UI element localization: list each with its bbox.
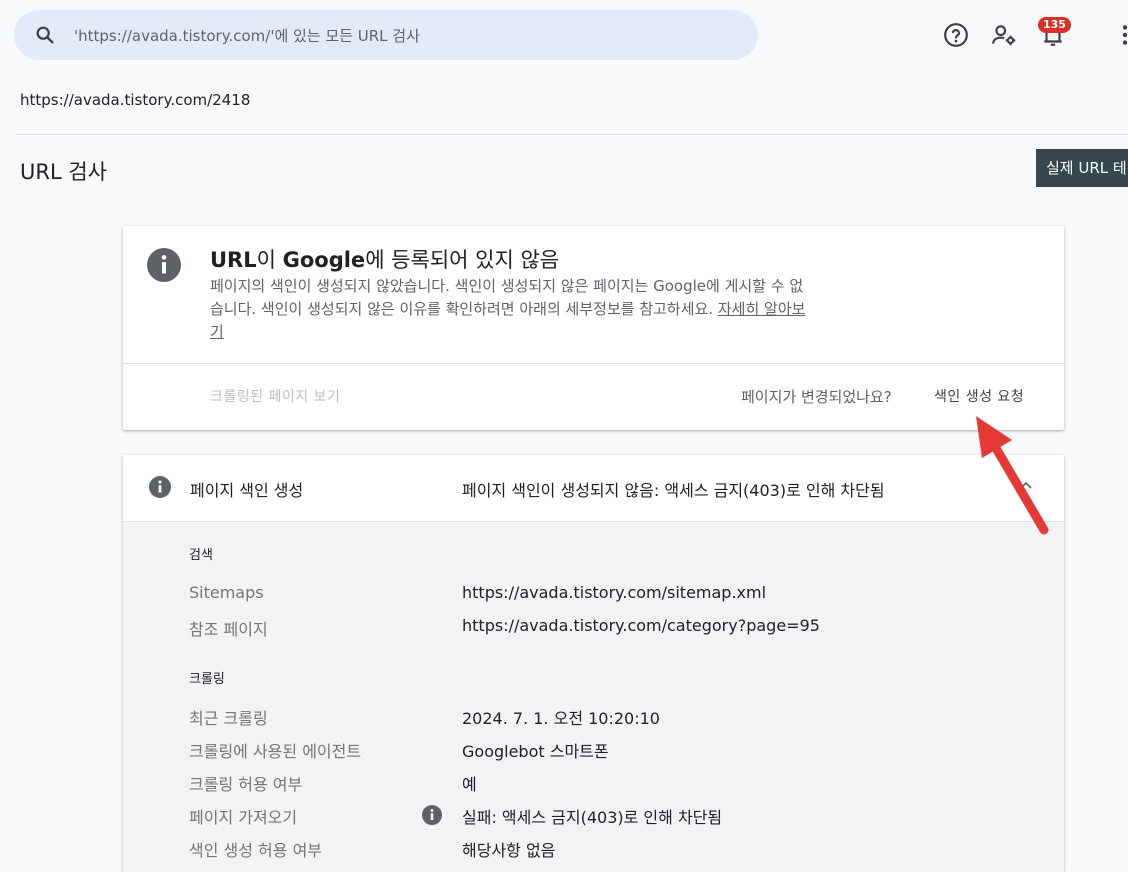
- index-status-title: URL이 Google에 등록되어 있지 않음: [210, 248, 560, 272]
- detail-label: 크롤링에 사용된 에이전트: [189, 742, 362, 761]
- info-icon[interactable]: [422, 805, 442, 825]
- page-indexing-label: 페이지 색인 생성: [190, 481, 304, 500]
- detail-value: 해당사항 없음: [462, 841, 556, 860]
- discovery-section-title: 검색: [189, 548, 213, 563]
- search-input[interactable]: 'https://avada.tistory.com/'에 있는 모든 URL …: [74, 25, 420, 46]
- page-indexing-card: 페이지 색인 생성 페이지 색인이 생성되지 않음: 액세스 금지(403)로 …: [123, 455, 1064, 872]
- view-crawled-page-button[interactable]: 크롤링된 페이지 보기: [210, 386, 340, 406]
- more-vert-icon[interactable]: [1112, 22, 1128, 48]
- annotation-arrow: [976, 416, 1049, 535]
- index-status-description: 페이지의 색인이 생성되지 않았습니다. 색인이 생성되지 않은 페이지는 Go…: [210, 277, 806, 341]
- page-indexing-status: 페이지 색인이 생성되지 않음: 액세스 금지(403)로 인해 차단됨: [462, 481, 885, 500]
- detail-label: Sitemaps: [189, 583, 264, 602]
- info-icon: [147, 248, 181, 282]
- detail-label: 크롤링 허용 여부: [189, 775, 303, 794]
- page-changed-question: 페이지가 변경되었나요?: [741, 388, 892, 406]
- detail-value: 2024. 7. 1. 오전 10:20:10: [462, 709, 660, 728]
- notification-count-badge: 135: [1038, 17, 1071, 33]
- help-icon[interactable]: [943, 22, 969, 48]
- search-icon: [36, 26, 54, 44]
- detail-value: 예: [462, 775, 477, 794]
- url-inspection-search[interactable]: 'https://avada.tistory.com/'에 있는 모든 URL …: [14, 10, 758, 60]
- test-live-url-button[interactable]: 실제 URL 테: [1036, 149, 1128, 187]
- detail-value[interactable]: https://avada.tistory.com/sitemap.xml: [462, 583, 766, 602]
- detail-value: 실패: 액세스 금지(403)로 인해 차단됨: [462, 808, 723, 827]
- detail-label: 최근 크롤링: [189, 709, 268, 728]
- index-status-card: URL이 Google에 등록되어 있지 않음 페이지의 색인이 생성되지 않았…: [123, 226, 1064, 430]
- divider: [16, 134, 1128, 135]
- request-indexing-button[interactable]: 색인 생성 요청: [934, 386, 1024, 406]
- page-indexing-details: 검색 Sitemaps https://avada.tistory.com/si…: [123, 522, 1064, 872]
- divider: [123, 363, 1064, 364]
- crawl-section-title: 크롤링: [189, 672, 225, 687]
- detail-value: Googlebot 스마트폰: [462, 742, 609, 761]
- detail-label: 참조 페이지: [189, 620, 268, 639]
- info-icon: [149, 476, 171, 498]
- page-title: URL 검사: [20, 160, 107, 184]
- detail-label: 페이지 가져오기: [189, 808, 298, 827]
- manage-users-icon[interactable]: [991, 22, 1017, 48]
- detail-label: 색인 생성 허용 여부: [189, 841, 323, 860]
- inspected-url: https://avada.tistory.com/2418: [20, 91, 251, 109]
- page-indexing-header[interactable]: 페이지 색인 생성 페이지 색인이 생성되지 않음: 액세스 금지(403)로 …: [123, 455, 1064, 522]
- detail-value[interactable]: https://avada.tistory.com/category?page=…: [462, 616, 820, 635]
